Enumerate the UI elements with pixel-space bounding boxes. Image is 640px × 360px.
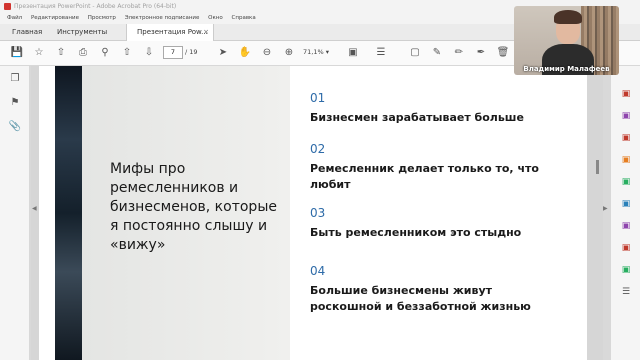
- window-title: Презентация PowerPoint - Adobe Acrobat P…: [14, 3, 177, 10]
- previous-page-icon[interactable]: ⇧: [120, 46, 134, 60]
- tab-close-icon[interactable]: ×: [203, 24, 209, 41]
- left-navigation-pane: ❐ ⚑ 📎: [0, 66, 30, 360]
- menu-file[interactable]: Файл: [7, 15, 22, 21]
- zoom-in-icon[interactable]: ⊕: [282, 46, 296, 60]
- tab-document-label: Презентация Pow...: [137, 28, 208, 36]
- vertical-scrollbar-thumb[interactable]: [596, 160, 599, 174]
- slide-dark-image-strip: [55, 66, 82, 360]
- bookmarks-icon[interactable]: ⚑: [8, 96, 22, 110]
- next-page-icon[interactable]: ⇩: [142, 46, 156, 60]
- page-thumbnails-icon[interactable]: ❐: [8, 72, 22, 86]
- menu-view[interactable]: Просмотр: [88, 15, 116, 21]
- edit-pdf-icon[interactable]: ▣: [620, 132, 632, 144]
- fill-sign-icon[interactable]: ▣: [620, 242, 632, 254]
- participant-name: Владимир Малафеев: [523, 65, 610, 73]
- item-number: 03: [310, 206, 326, 220]
- print-icon[interactable]: ⎙: [76, 46, 90, 60]
- item-text: Быть ремесленником это стыдно: [310, 226, 522, 239]
- item-number: 01: [310, 91, 326, 105]
- zoom-out-icon[interactable]: ⊖: [260, 46, 274, 60]
- chevron-down-icon: ▾: [325, 48, 329, 56]
- menu-window[interactable]: Окно: [208, 15, 223, 21]
- item-text: Ремесленник делает только то, что любит: [310, 162, 539, 191]
- menu-edit[interactable]: Редактирование: [31, 15, 79, 21]
- highlight-pen-icon[interactable]: ✎: [430, 46, 444, 60]
- save-icon[interactable]: 💾: [10, 46, 24, 60]
- export-pdf-icon[interactable]: ▣: [620, 88, 632, 100]
- item-text: Большие бизнесмены живут роскошной и без…: [310, 284, 531, 313]
- fit-page-icon[interactable]: ▣: [346, 46, 360, 60]
- search-icon[interactable]: ⚲: [98, 46, 112, 60]
- create-pdf-icon[interactable]: ▣: [620, 110, 632, 122]
- page-number-input[interactable]: 7: [163, 46, 183, 59]
- comment-tool-icon[interactable]: ▣: [620, 154, 632, 166]
- collapse-left-pane-icon[interactable]: ◀: [32, 205, 37, 212]
- select-cursor-icon[interactable]: ➤: [216, 46, 230, 60]
- draw-icon[interactable]: ✏: [452, 46, 466, 60]
- more-tools-icon[interactable]: ☰: [620, 286, 632, 298]
- item-number: 04: [310, 264, 326, 278]
- tab-home[interactable]: Главная: [12, 24, 42, 41]
- tab-document[interactable]: Презентация Pow... ×: [126, 24, 214, 41]
- tab-tools[interactable]: Инструменты: [57, 24, 107, 41]
- upload-icon[interactable]: ⇧: [54, 46, 68, 60]
- comment-icon[interactable]: ▢: [408, 46, 422, 60]
- scan-ocr-icon[interactable]: ▣: [620, 198, 632, 210]
- page-total-label: / 19: [185, 48, 198, 56]
- item-text: Бизнесмен зарабатывает больше: [310, 111, 524, 124]
- item-number: 02: [310, 142, 326, 156]
- compress-icon[interactable]: ▣: [620, 264, 632, 276]
- participant-hair: [554, 10, 582, 24]
- delete-icon[interactable]: 🗑: [496, 46, 510, 60]
- video-call-tile: Владимир Малафеев: [514, 6, 619, 75]
- acrobat-app-icon: [4, 3, 11, 10]
- menu-esign[interactable]: Электронное подписание: [125, 15, 200, 21]
- attachments-icon[interactable]: 📎: [8, 120, 22, 134]
- right-tools-pane: ▣ ▣ ▣ ▣ ▣ ▣ ▣ ▣ ▣ ☰: [610, 66, 640, 360]
- bookmark-star-icon[interactable]: ☆: [32, 46, 46, 60]
- slide-title: Мифы про ремесленников и бизнесменов, ко…: [110, 161, 277, 253]
- protect-icon[interactable]: ▣: [620, 220, 632, 232]
- zoom-value: 71,1%: [303, 48, 324, 56]
- zoom-level-select[interactable]: 71,1% ▾: [303, 46, 341, 59]
- hand-tool-icon[interactable]: ✋: [238, 46, 252, 60]
- organize-pages-icon[interactable]: ▣: [620, 176, 632, 188]
- menu-help[interactable]: Справка: [232, 15, 256, 21]
- sign-icon[interactable]: ✒: [474, 46, 488, 60]
- collapse-right-pane-icon[interactable]: ▶: [603, 205, 608, 212]
- scroll-mode-icon[interactable]: ☰: [374, 46, 388, 60]
